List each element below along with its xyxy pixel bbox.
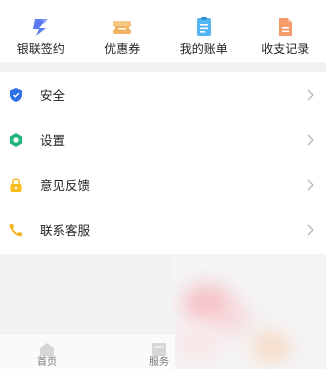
- bottom-nav: 首页 服务: [0, 333, 175, 369]
- records-icon: [279, 18, 293, 36]
- chevron-right-icon: [307, 179, 314, 190]
- service-icon: [152, 343, 166, 356]
- phone-icon: [9, 223, 22, 236]
- chevron-right-icon: [307, 89, 314, 100]
- bill-icon: [196, 17, 211, 36]
- blurred-background-decoration: [172, 254, 326, 369]
- menu-item-customer-service[interactable]: 联系客服: [0, 207, 326, 252]
- chevron-right-icon: [307, 134, 314, 145]
- quick-action-label: 我的账单: [179, 42, 228, 56]
- menu-item-feedback[interactable]: 意见反馈: [0, 162, 326, 207]
- menu-item-security[interactable]: 安全: [0, 72, 326, 117]
- menu-item-label: 意见反馈: [40, 178, 91, 193]
- nav-label: 首页: [37, 357, 57, 368]
- menu-item-label: 安全: [40, 88, 66, 103]
- quick-action-bill[interactable]: 我的账单: [163, 0, 245, 62]
- quick-action-label: 银联签约: [16, 42, 65, 56]
- quick-action-label: 收支记录: [261, 42, 310, 56]
- settings-icon: [10, 132, 22, 147]
- chevron-right-icon: [307, 224, 314, 235]
- profile-page: 银联签约 优惠券 我的账单 收支记录 安全 设置 意见反馈 联系客服 首页 服务: [0, 0, 326, 369]
- nav-home[interactable]: 首页: [37, 342, 57, 369]
- quick-action-coupon[interactable]: 优惠券: [82, 0, 164, 62]
- quick-actions-row: 银联签约 优惠券 我的账单 收支记录: [0, 0, 326, 62]
- quick-action-unionpay-sign[interactable]: 银联签约: [0, 0, 82, 62]
- nav-service[interactable]: 服务: [149, 342, 169, 369]
- settings-menu: 安全 设置 意见反馈 联系客服: [0, 72, 326, 254]
- menu-item-label: 联系客服: [40, 223, 91, 238]
- home-icon: [40, 343, 54, 356]
- shield-icon: [10, 87, 22, 102]
- menu-item-settings[interactable]: 设置: [0, 117, 326, 162]
- coupon-icon: [111, 21, 134, 34]
- quick-action-records[interactable]: 收支记录: [245, 0, 326, 62]
- quick-action-label: 优惠券: [104, 42, 141, 56]
- nav-label: 服务: [149, 357, 169, 368]
- menu-item-label: 设置: [40, 133, 66, 148]
- unionpay-sign-icon: [32, 19, 48, 36]
- lock-icon: [10, 177, 22, 192]
